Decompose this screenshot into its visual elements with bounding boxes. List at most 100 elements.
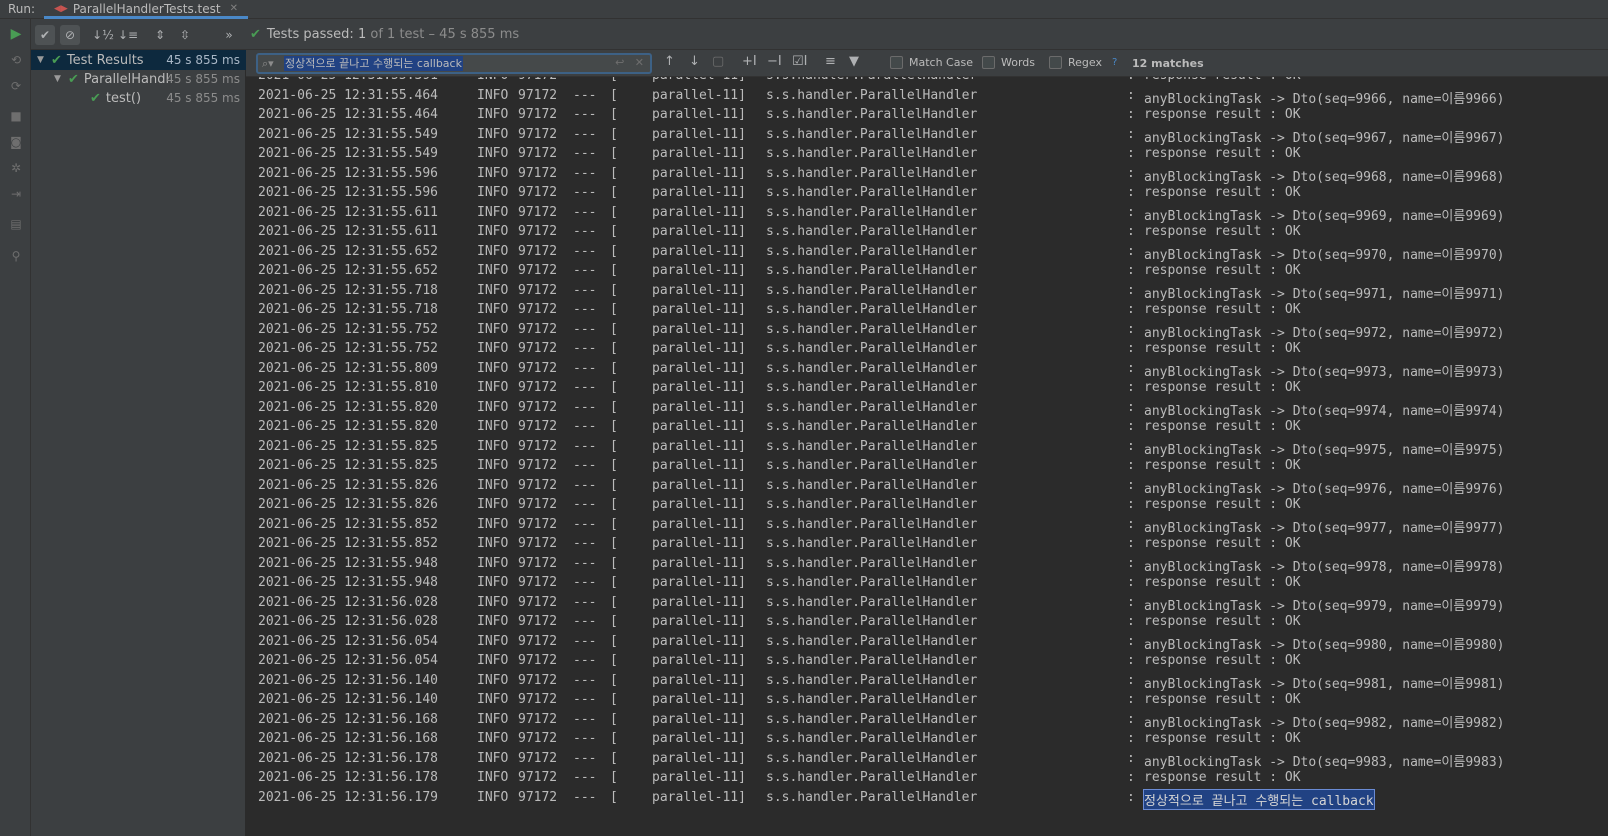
filter-icon[interactable]: ▼ [849, 54, 859, 69]
log-timestamp: 2021-06-25 12:31:55.718 [258, 302, 439, 317]
toggle-auto-test-icon[interactable]: ⟳ [7, 77, 25, 95]
log-bracket: [ [610, 458, 618, 473]
log-thread: parallel-11] [652, 165, 746, 181]
log-logger: s.s.handler.ParallelHandler [766, 341, 978, 356]
expand-triangle-icon[interactable]: ▼ [37, 55, 51, 65]
pin-icon[interactable]: ⚲ [7, 247, 25, 265]
log-bracket: [ [610, 633, 618, 649]
log-level: INFO [477, 711, 509, 727]
log-pid: 97172 [518, 380, 558, 395]
log-pid: 97172 [518, 614, 558, 629]
run-tab[interactable]: ◀▶ ParallelHandlerTests.test ✕ [44, 0, 248, 19]
filter-options-icon[interactable]: ≡ [825, 54, 836, 69]
log-line: 2021-06-25 12:31:56.054 INFO 97172 --- [para… [258, 652, 1598, 672]
log-thread: parallel-11] [652, 614, 746, 629]
log-bracket: [ [610, 731, 618, 746]
log-thread: parallel-11] [652, 692, 746, 707]
tree-row-test-method[interactable]: ✔ test() 45 s 855 ms [31, 88, 246, 108]
log-bracket: [ [610, 789, 618, 805]
log-level: INFO [477, 360, 509, 376]
log-line: 2021-06-25 12:31:55.391 INFO 97172 --- [para… [258, 77, 1598, 87]
log-message: anyBlockingTask -> Dto(seq=9971, name=이름… [1144, 286, 1505, 302]
log-logger: s.s.handler.ParallelHandler [766, 380, 978, 395]
expand-all-icon[interactable]: ⇕ [150, 25, 170, 45]
log-logger: s.s.handler.ParallelHandler [766, 458, 978, 473]
search-query[interactable]: 정상적으로 끝나고 수행되는 callback [284, 56, 463, 71]
stop-icon[interactable]: ■ [7, 107, 25, 125]
show-passed-icon[interactable]: ✔ [35, 25, 55, 45]
regex-checkbox[interactable] [1049, 56, 1062, 69]
log-colon: : [1127, 360, 1135, 376]
log-logger: s.s.handler.ParallelHandler [766, 555, 978, 571]
log-line: 2021-06-25 12:31:56.140 INFO 97172 --- [para… [258, 691, 1598, 711]
log-pid: 97172 [518, 263, 558, 278]
console-output[interactable]: 2021-06-25 12:31:55.391 INFO 97172 --- [para… [246, 77, 1608, 836]
log-level: INFO [477, 77, 508, 83]
search-field-actions: ↩ ✕ [615, 56, 644, 69]
remove-occurrence-icon[interactable]: −I [767, 54, 782, 69]
new-line-icon[interactable]: ↩ [615, 56, 624, 69]
log-colon: : [1127, 419, 1135, 434]
log-pid: 97172 [518, 224, 558, 239]
search-field[interactable]: ⌕▾ 정상적으로 끝나고 수행되는 callback ↩ ✕ [256, 53, 652, 74]
match-case-checkbox[interactable] [890, 56, 903, 69]
log-timestamp: 2021-06-25 12:31:55.810 [258, 380, 439, 395]
words-checkbox[interactable] [982, 56, 995, 69]
log-colon: : [1127, 711, 1135, 727]
regex-help-icon[interactable]: ? [1112, 57, 1117, 68]
settings-icon[interactable]: ✲ [7, 159, 25, 177]
log-separator: --- [573, 614, 597, 629]
clear-search-icon[interactable]: ✕ [635, 56, 644, 69]
words-option[interactable]: Words [982, 56, 1035, 69]
close-tab-icon[interactable]: ✕ [230, 3, 238, 14]
log-colon: : [1127, 146, 1135, 161]
rerun-failed-icon[interactable]: ⟲ [7, 51, 25, 69]
log-message: anyBlockingTask -> Dto(seq=9982, name=이름… [1144, 715, 1505, 731]
log-logger: s.s.handler.ParallelHandler [766, 497, 978, 512]
more-options-icon[interactable]: » [219, 25, 239, 45]
log-thread: parallel-11] [652, 146, 746, 161]
log-line: 2021-06-25 12:31:55.820 INFO 97172 --- [para… [258, 418, 1598, 438]
log-timestamp: 2021-06-25 12:31:56.178 [258, 770, 439, 785]
log-colon: : [1127, 399, 1135, 415]
tree-row-test-results[interactable]: ▼ ✔ Test Results 45 s 855 ms [31, 50, 246, 70]
match-count: 12 matches [1132, 57, 1204, 70]
log-timestamp: 2021-06-25 12:31:56.140 [258, 692, 439, 707]
log-pid: 97172 [518, 321, 558, 337]
next-occurrence-icon[interactable]: ↓ [689, 54, 700, 69]
log-thread: parallel-11] [652, 575, 746, 590]
log-logger: s.s.handler.ParallelHandler [766, 126, 978, 142]
log-level: INFO [477, 614, 509, 629]
select-all-occurrences-icon[interactable]: ▢ [712, 54, 724, 69]
collapse-all-icon[interactable]: ⇳ [175, 25, 195, 45]
log-colon: : [1127, 438, 1135, 454]
sort-by-duration-icon[interactable]: ↓≡ [118, 25, 138, 45]
add-occurrence-icon[interactable]: +I [742, 54, 757, 69]
log-level: INFO [477, 321, 509, 337]
tree-row-parallel-handler[interactable]: ▼ ✔ ParallelHandl 45 s 855 ms [31, 69, 246, 89]
camera-icon[interactable]: ◙ [7, 133, 25, 151]
show-ignored-icon[interactable]: ⊘ [60, 25, 80, 45]
log-pid: 97172 [518, 243, 558, 259]
match-case-option[interactable]: Match Case [890, 56, 973, 69]
log-bracket: [ [610, 126, 618, 142]
previous-occurrence-icon[interactable]: ↑ [664, 54, 675, 69]
expand-triangle-icon[interactable]: ▼ [54, 74, 68, 84]
exit-icon[interactable]: ⇥ [7, 185, 25, 203]
log-bracket: [ [610, 653, 618, 668]
log-line: 2021-06-25 12:31:55.549 INFO 97172 --- [para… [258, 145, 1598, 165]
log-logger: s.s.handler.ParallelHandler [766, 536, 978, 551]
sort-alphabetically-icon[interactable]: ↓½ [92, 25, 114, 45]
layout-icon[interactable]: ▤ [7, 215, 25, 233]
log-colon: : [1127, 653, 1135, 668]
log-thread: parallel-11] [652, 458, 746, 473]
log-pid: 97172 [518, 146, 558, 161]
log-timestamp: 2021-06-25 12:31:55.825 [258, 438, 439, 454]
log-line: 2021-06-25 12:31:55.596 INFO 97172 --- [para… [258, 184, 1598, 204]
log-pid: 97172 [518, 126, 558, 142]
select-all-matches-icon[interactable]: ☑I [792, 54, 808, 69]
regex-option[interactable]: Regex ? [1049, 56, 1117, 69]
log-bracket: [ [610, 204, 618, 220]
rerun-icon[interactable]: ▶ [7, 25, 25, 43]
search-icon[interactable]: ⌕▾ [262, 57, 284, 71]
